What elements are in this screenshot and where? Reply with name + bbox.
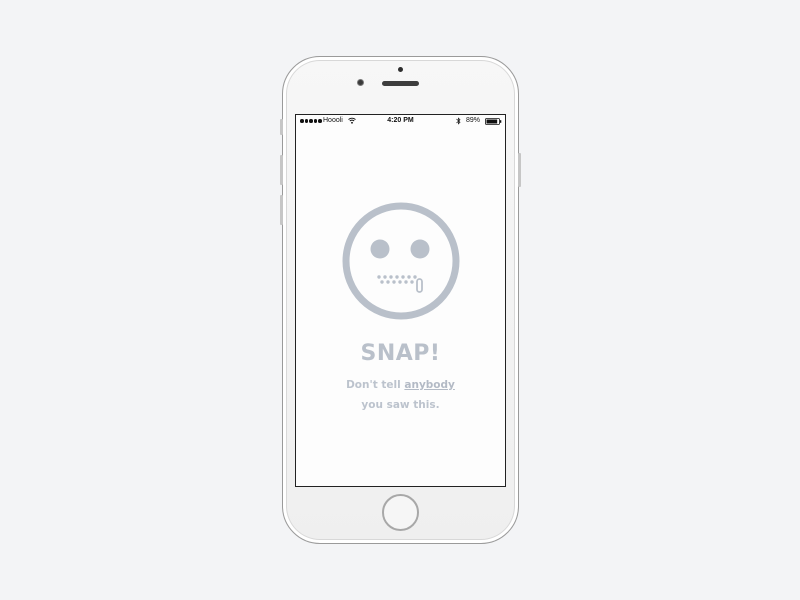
message-prefix: Don't tell: [346, 379, 401, 391]
mute-switch: [280, 119, 283, 135]
bluetooth-icon: [456, 117, 461, 125]
battery-icon: [485, 118, 502, 125]
front-camera: [357, 79, 364, 86]
message-line-1: Don't tell anybody: [296, 375, 505, 395]
message-line-2: you saw this.: [361, 399, 440, 411]
zipped-mouth-face-icon: [342, 202, 460, 320]
home-button[interactable]: [382, 494, 419, 531]
message: Don't tell anybody you saw this.: [296, 375, 505, 415]
battery-percent: 89%: [466, 117, 481, 124]
status-bar: Hoooli 4:20 PM 89%: [296, 115, 505, 129]
power-button: [518, 153, 521, 187]
volume-up-button: [280, 155, 283, 185]
canvas: Hoooli 4:20 PM 89% SNAP! Don't tell anyb…: [0, 0, 800, 600]
volume-down-button: [280, 195, 283, 225]
anybody-link[interactable]: anybody: [404, 379, 455, 391]
phone-screen: Hoooli 4:20 PM 89% SNAP! Don't tell anyb…: [295, 114, 506, 487]
page-title: SNAP!: [360, 341, 441, 366]
proximity-sensor: [398, 67, 403, 72]
earpiece-speaker: [382, 81, 419, 86]
phone-frame: Hoooli 4:20 PM 89% SNAP! Don't tell anyb…: [280, 56, 521, 544]
